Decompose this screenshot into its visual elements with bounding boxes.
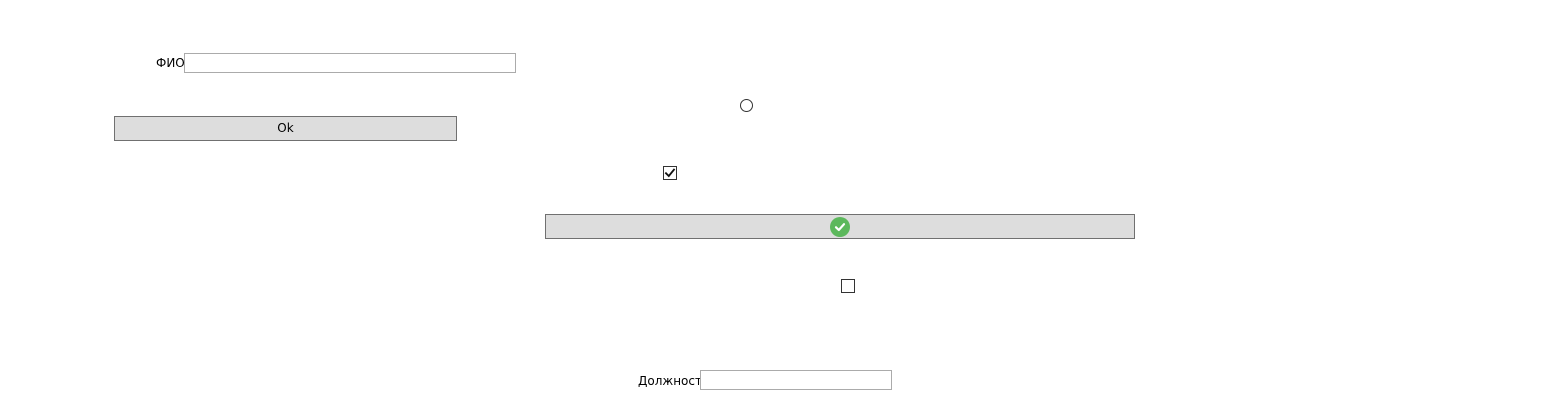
fio-input[interactable] (184, 53, 516, 73)
confirm-icon-button[interactable] (545, 214, 1135, 239)
checkbox-unchecked[interactable] (841, 279, 855, 293)
position-label: Должность (638, 374, 710, 388)
radio-option[interactable] (740, 99, 753, 112)
position-input[interactable] (700, 370, 892, 390)
ok-button[interactable]: Ok (114, 116, 457, 141)
fio-label: ФИО (156, 56, 185, 70)
check-circle-icon (830, 216, 850, 237)
ok-button-label: Ok (277, 121, 294, 135)
checkmark-icon (664, 168, 676, 178)
checkbox-checked[interactable] (663, 166, 677, 180)
